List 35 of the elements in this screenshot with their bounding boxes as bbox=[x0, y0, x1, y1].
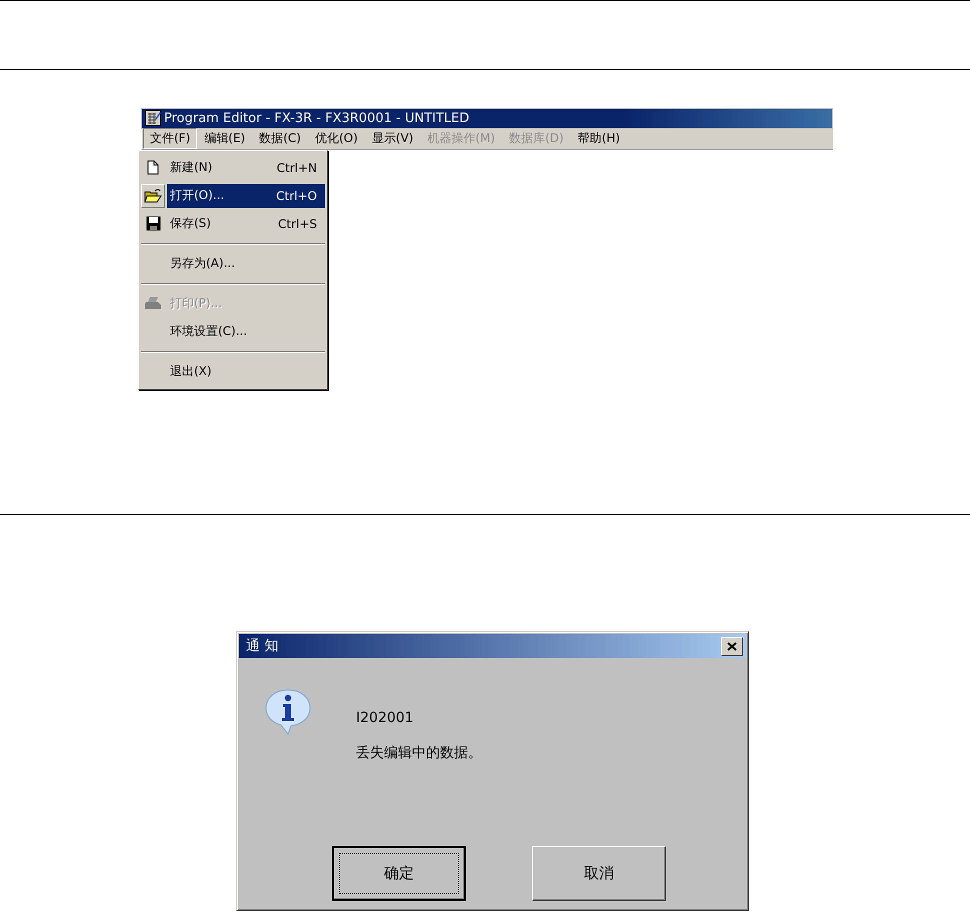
menu-entry-label: 退出(X) bbox=[170, 363, 212, 380]
menu-item[interactable]: 帮助(H) bbox=[570, 128, 628, 150]
shortcut-text: Ctrl+O bbox=[276, 188, 317, 203]
menu-entry-label: 保存(S) bbox=[170, 215, 211, 232]
menu-entry[interactable]: 保存(S) Ctrl+S bbox=[167, 212, 325, 236]
app-icon bbox=[145, 110, 161, 126]
close-icon bbox=[727, 642, 737, 651]
dialog-button[interactable]: 确定 bbox=[332, 846, 466, 902]
dialog-button[interactable]: 取消 bbox=[532, 846, 666, 902]
menu-item[interactable]: 编辑(E) bbox=[197, 128, 252, 150]
info-icon bbox=[264, 688, 312, 736]
menu-entry-label: 环境设置(C)... bbox=[170, 323, 248, 340]
menu-entry-label: 打开(O)... bbox=[170, 187, 224, 204]
menu-entry-label: 打印(P)... bbox=[170, 295, 222, 312]
menu-entry[interactable]: 环境设置(C)... bbox=[167, 320, 325, 344]
menu-item[interactable]: 优化(O) bbox=[308, 128, 365, 150]
menu-item[interactable]: 显示(V) bbox=[364, 128, 420, 150]
menu-entry-label: 新建(N) bbox=[170, 159, 212, 176]
shortcut-text: Ctrl+S bbox=[278, 216, 317, 231]
close-button[interactable] bbox=[721, 636, 743, 656]
message-text: 丢失编辑中的数据。 bbox=[356, 744, 482, 762]
menu-entry[interactable]: 退出(X) bbox=[167, 360, 325, 384]
message-code: I202001 bbox=[356, 710, 415, 726]
menu-entry[interactable]: 新建(N) Ctrl+N bbox=[167, 156, 325, 180]
menu-entry[interactable]: 另存为(A)... bbox=[167, 252, 325, 276]
folder-icon bbox=[144, 188, 162, 204]
shortcut-text: Ctrl+N bbox=[276, 160, 317, 175]
window-title: Program Editor - FX-3R - FX3R0001 - UNTITLED bbox=[164, 110, 470, 126]
dialog-title: 通 知 bbox=[246, 637, 278, 656]
menu-entry-label: 另存为(A)... bbox=[170, 255, 236, 272]
menu-item[interactable]: 数据(C) bbox=[252, 128, 308, 150]
page-icon bbox=[147, 160, 159, 176]
menu-item[interactable]: 文件(F) bbox=[143, 128, 198, 150]
printer-icon bbox=[144, 296, 162, 312]
menu-entry[interactable]: 打开(O)... Ctrl+O bbox=[167, 184, 325, 208]
